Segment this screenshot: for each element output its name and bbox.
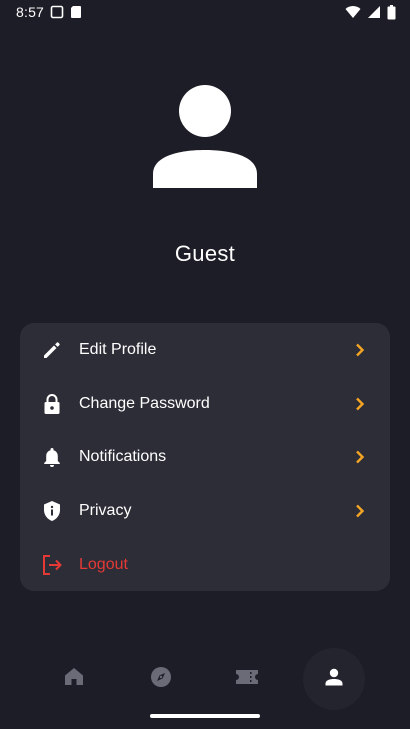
chevron-right-icon xyxy=(352,396,368,412)
chevron-right-icon xyxy=(352,449,368,465)
bell-icon xyxy=(40,445,64,469)
menu-item-change-password[interactable]: Change Password xyxy=(20,377,390,431)
status-right xyxy=(345,4,396,20)
logout-icon xyxy=(40,553,64,577)
person-avatar-icon xyxy=(153,85,257,188)
shield-icon xyxy=(40,499,64,523)
menu-item-notifications[interactable]: Notifications xyxy=(20,430,390,484)
wifi-icon xyxy=(345,5,361,19)
menu-item-edit-profile[interactable]: Edit Profile xyxy=(20,323,390,377)
menu-item-label: Edit Profile xyxy=(79,341,157,358)
person-icon xyxy=(325,668,343,691)
bottom-navigation xyxy=(0,648,410,710)
logout-label: Logout xyxy=(79,556,128,573)
signal-icon xyxy=(367,5,381,19)
status-time: 8:57 xyxy=(16,4,45,20)
home-indicator[interactable] xyxy=(150,714,260,718)
ticket-icon xyxy=(235,669,259,690)
status-bar: 8:57 xyxy=(0,0,410,24)
home-icon xyxy=(64,667,84,691)
menu-item-label: Change Password xyxy=(79,395,210,412)
nav-tickets[interactable] xyxy=(216,648,278,710)
profile-name: Guest xyxy=(174,241,236,266)
compass-icon xyxy=(150,666,172,693)
nav-home[interactable] xyxy=(43,648,105,710)
screenshot-icon xyxy=(50,5,64,19)
pencil-icon xyxy=(40,338,64,362)
nav-profile[interactable] xyxy=(303,648,365,710)
profile-avatar xyxy=(149,84,261,192)
menu-item-label: Privacy xyxy=(79,502,132,519)
chevron-right-icon xyxy=(352,503,368,519)
settings-menu-card: Edit Profile Change Password Notificatio… xyxy=(20,323,390,591)
battery-icon xyxy=(387,4,396,20)
menu-item-privacy[interactable]: Privacy xyxy=(20,484,390,538)
menu-item-logout[interactable]: Logout xyxy=(20,538,390,592)
lock-icon xyxy=(40,392,64,416)
status-left: 8:57 xyxy=(16,4,82,20)
menu-item-label: Notifications xyxy=(79,448,167,465)
chevron-right-icon xyxy=(352,342,368,358)
nav-explore[interactable] xyxy=(130,648,192,710)
sd-card-icon xyxy=(70,5,82,19)
